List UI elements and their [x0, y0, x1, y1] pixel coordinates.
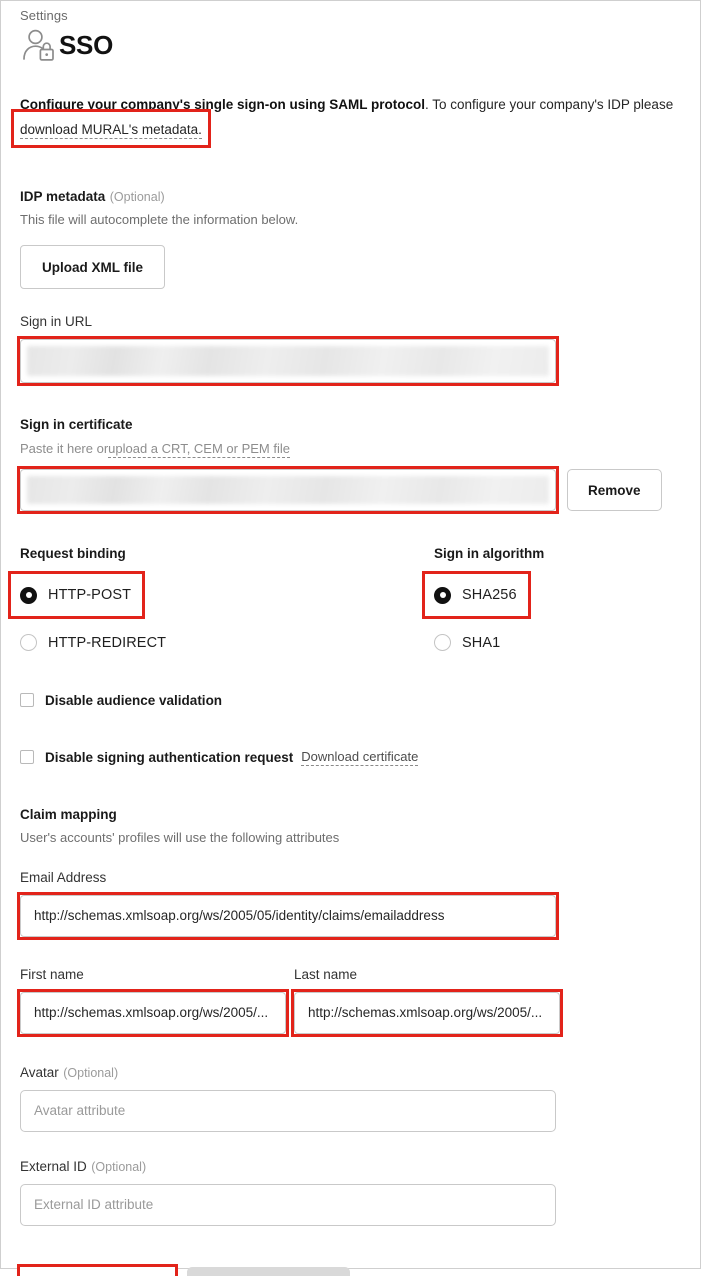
- test-single-sign-on-button[interactable]: Test single sign-on: [20, 1266, 175, 1276]
- external-id-optional: (Optional): [91, 1159, 147, 1174]
- external-id-input[interactable]: External ID attribute: [20, 1183, 556, 1226]
- sso-settings-page: Settings SSO Configure your company's si…: [0, 0, 709, 1276]
- remove-certificate-button[interactable]: Remove: [567, 469, 662, 511]
- last-name-field-group: Last name http://schemas.xmlsoap.org/ws/…: [291, 966, 563, 1037]
- request-binding-option-0-highlight: HTTP-POST: [7, 571, 146, 619]
- idp-metadata-label-row: IDP metadata (Optional): [20, 188, 680, 206]
- avatar-field-group: Avatar (Optional) Avatar attribute: [20, 1064, 680, 1132]
- sign-in-certificate-highlight: [17, 466, 559, 514]
- download-metadata-highlight: download MURAL's metadata.: [11, 109, 211, 148]
- page-content: Settings SSO Configure your company's si…: [7, 8, 680, 1276]
- person-lock-icon: [20, 28, 58, 62]
- last-name-input[interactable]: http://schemas.xmlsoap.org/ws/2005/...: [294, 991, 560, 1034]
- page-title: SSO: [59, 30, 114, 60]
- claim-mapping-label: Claim mapping: [20, 806, 117, 822]
- sign-in-algorithm-group: Sign in algorithm SHA256 SHA1: [422, 545, 545, 656]
- name-fields-row: First name http://schemas.xmlsoap.org/ws…: [17, 966, 680, 1037]
- sign-in-certificate-hint: Paste it here orupload a CRT, CEM or PEM…: [20, 440, 680, 458]
- disable-signing-auth-request-checkbox[interactable]: [20, 750, 34, 764]
- download-mural-metadata-link[interactable]: download MURAL's metadata.: [20, 122, 202, 139]
- first-name-input[interactable]: http://schemas.xmlsoap.org/ws/2005/...: [20, 991, 286, 1034]
- first-name-field-group: First name http://schemas.xmlsoap.org/ws…: [17, 966, 289, 1037]
- sign-in-algorithm-option-0-highlight: SHA256: [422, 571, 531, 619]
- footer-actions: Test single sign-on Save single sign-on: [17, 1263, 680, 1276]
- idp-metadata-label: IDP metadata: [20, 189, 106, 204]
- radio-indicator[interactable]: [434, 586, 451, 604]
- radio-label: SHA1: [462, 634, 501, 651]
- radio-sha1[interactable]: SHA1: [434, 630, 544, 656]
- save-single-sign-on-button: Save single sign-on: [187, 1266, 350, 1276]
- avatar-label-row: Avatar (Optional): [20, 1064, 680, 1082]
- disable-audience-validation-label: Disable audience validation: [45, 692, 223, 708]
- radio-sha256[interactable]: SHA256: [434, 582, 517, 608]
- download-certificate-link[interactable]: Download certificate: [301, 749, 419, 766]
- avatar-input[interactable]: Avatar attribute: [20, 1089, 556, 1132]
- radio-label: HTTP-POST: [48, 587, 132, 603]
- email-address-field-group: Email Address http://schemas.xmlsoap.org…: [17, 869, 680, 940]
- sign-in-algorithm-label: Sign in algorithm: [434, 546, 545, 561]
- sign-in-certificate-label: Sign in certificate: [20, 417, 133, 432]
- intro-rest: . To configure your company's IDP please: [424, 97, 674, 112]
- sign-in-url-label: Sign in URL: [20, 314, 93, 329]
- last-name-highlight: http://schemas.xmlsoap.org/ws/2005/...: [291, 988, 563, 1037]
- upload-certificate-file-link[interactable]: upload a CRT, CEM or PEM file: [108, 441, 290, 458]
- radio-label: HTTP-REDIRECT: [48, 634, 167, 651]
- external-id-label: External ID: [20, 1158, 87, 1174]
- sign-in-url-section: Sign in URL: [17, 313, 680, 386]
- radio-http-redirect[interactable]: HTTP-REDIRECT: [20, 630, 434, 656]
- intro-paragraph: Configure your company's single sign-on …: [11, 92, 680, 148]
- last-name-label: Last name: [294, 966, 358, 982]
- radio-indicator[interactable]: [434, 634, 451, 651]
- avatar-label: Avatar: [20, 1064, 59, 1080]
- disable-audience-validation-row[interactable]: Disable audience validation: [20, 693, 680, 708]
- request-binding-group: Request binding HTTP-POST HTTP-REDIRECT: [7, 545, 434, 656]
- idp-metadata-description: This file will autocomplete the informat…: [20, 212, 299, 227]
- sign-in-url-highlight: [17, 336, 559, 386]
- disable-audience-validation-checkbox[interactable]: [20, 693, 34, 707]
- email-address-highlight: http://schemas.xmlsoap.org/ws/2005/05/id…: [17, 891, 559, 940]
- external-id-label-row: External ID (Optional): [20, 1158, 680, 1176]
- claim-mapping-section: Claim mapping User's accounts' profiles …: [17, 806, 680, 1226]
- email-address-input[interactable]: http://schemas.xmlsoap.org/ws/2005/05/id…: [20, 894, 556, 937]
- email-address-label: Email Address: [20, 869, 107, 885]
- test-sso-highlight: Test single sign-on: [17, 1263, 178, 1276]
- request-binding-label: Request binding: [20, 546, 126, 561]
- breadcrumb: Settings: [20, 8, 68, 23]
- disable-signing-auth-request-row[interactable]: Disable signing authentication request D…: [20, 749, 680, 766]
- first-name-label: First name: [20, 966, 84, 982]
- first-name-highlight: http://schemas.xmlsoap.org/ws/2005/...: [17, 988, 289, 1037]
- redacted-value: [27, 346, 549, 376]
- page-title-row: SSO: [20, 28, 680, 62]
- radio-http-post[interactable]: HTTP-POST: [20, 582, 131, 608]
- binding-algorithm-row: Request binding HTTP-POST HTTP-REDIRECT …: [7, 545, 680, 656]
- avatar-optional: (Optional): [63, 1065, 119, 1080]
- radio-indicator[interactable]: [20, 586, 37, 604]
- certificate-hint-prefix: Paste it here or: [20, 441, 109, 456]
- sign-in-url-input[interactable]: [20, 339, 556, 383]
- radio-label: SHA256: [462, 587, 517, 603]
- radio-indicator[interactable]: [20, 634, 37, 651]
- redacted-value: [27, 476, 549, 504]
- external-id-field-group: External ID (Optional) External ID attri…: [20, 1158, 680, 1226]
- sign-in-certificate-section: Sign in certificate Paste it here oruplo…: [17, 416, 680, 514]
- disable-signing-auth-request-label: Disable signing authentication request: [45, 749, 294, 765]
- idp-metadata-optional: (Optional): [109, 190, 165, 204]
- claim-mapping-description: User's accounts' profiles will use the f…: [20, 829, 340, 845]
- idp-metadata-section: IDP metadata (Optional) This file will a…: [20, 188, 680, 289]
- sign-in-certificate-input[interactable]: [20, 469, 556, 511]
- upload-xml-file-button[interactable]: Upload XML file: [20, 245, 166, 289]
- intro-bold: Configure your company's single sign-on …: [20, 97, 425, 112]
